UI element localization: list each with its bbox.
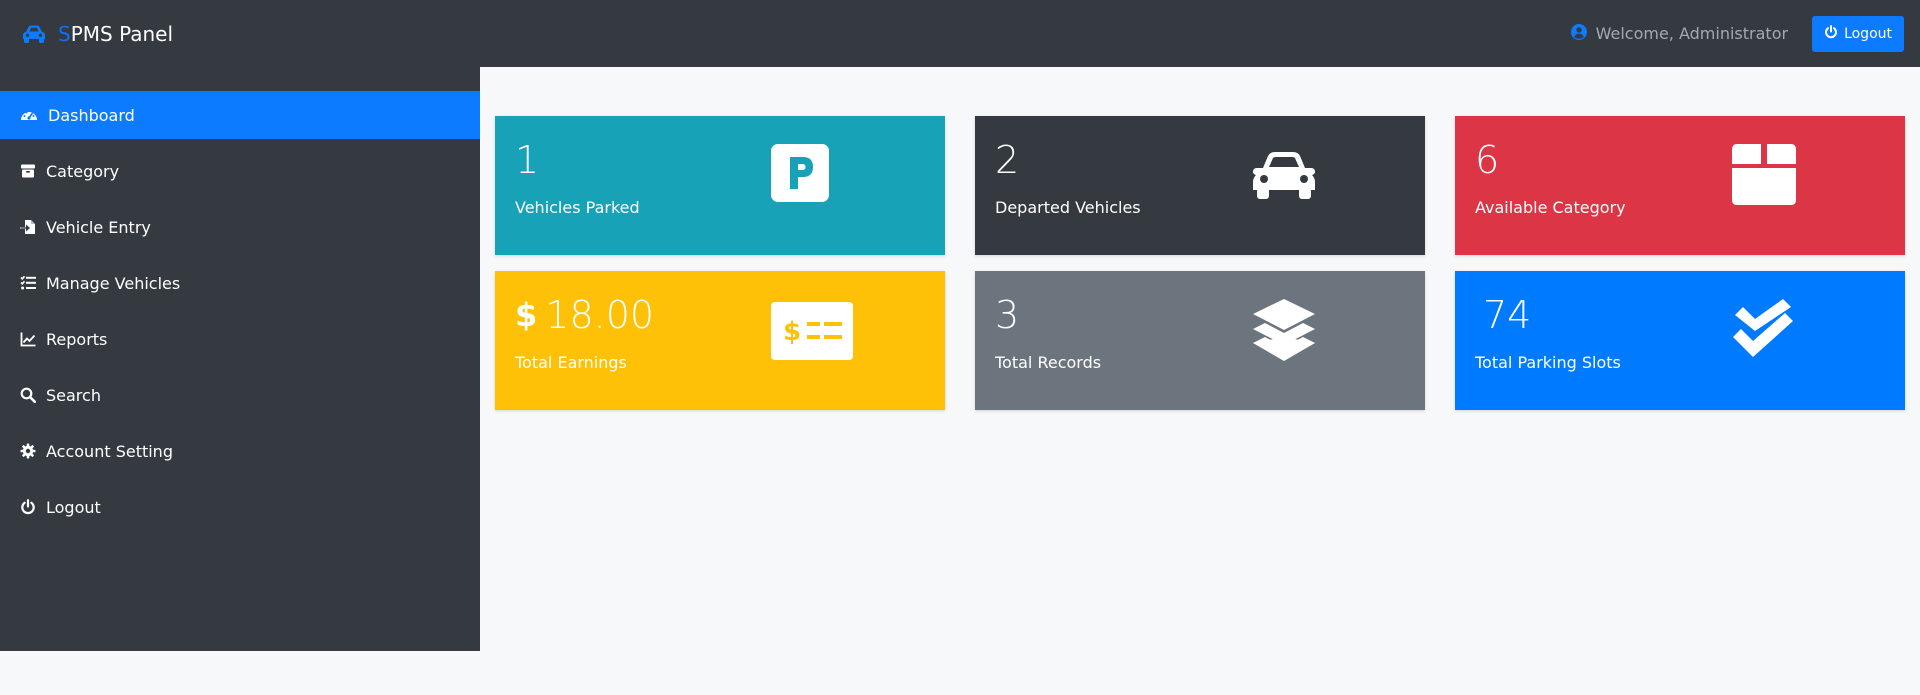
card-total-parking-slots[interactable]: 74 Total Parking Slots: [1455, 271, 1905, 410]
chart-line-icon: [20, 331, 36, 347]
sidebar-item-label: Category: [46, 161, 120, 181]
money-check-icon: $: [771, 302, 853, 360]
sidebar-item-category[interactable]: Category: [0, 147, 480, 195]
card-departed-vehicles[interactable]: 2 Departed Vehicles: [975, 116, 1425, 255]
sidebar-item-label: Dashboard: [48, 105, 135, 125]
dollar-icon: $: [515, 296, 538, 334]
file-import-icon: [20, 219, 36, 235]
svg-text:$: $: [783, 317, 801, 347]
layers-icon: [1251, 297, 1317, 361]
main-content: 1 Vehicles Parked 2 Departed Vehicles 6: [480, 67, 1920, 695]
brand[interactable]: SPMS Panel: [20, 0, 173, 67]
card-value: 1: [515, 138, 540, 182]
power-icon: [1824, 24, 1838, 43]
user-circle-icon: [1570, 23, 1587, 44]
sidebar: Dashboard Category Vehicle Entry Manage …: [0, 67, 480, 651]
parking-icon: [771, 144, 829, 202]
card-label: Departed Vehicles: [995, 198, 1141, 217]
sidebar-item-logout[interactable]: Logout: [0, 483, 480, 531]
search-icon: [20, 387, 36, 403]
card-label: Total Records: [995, 353, 1102, 372]
sidebar-item-label: Account Setting: [46, 441, 173, 461]
double-check-icon: [1731, 297, 1797, 363]
card-value: 18.00: [545, 293, 655, 337]
card-label: Total Earnings: [515, 353, 627, 372]
sidebar-item-label: Search: [46, 385, 101, 405]
card-label: Total Parking Slots: [1475, 353, 1621, 372]
card-vehicles-parked[interactable]: 1 Vehicles Parked: [495, 116, 945, 255]
tasks-icon: [20, 275, 36, 291]
card-value-group: $ 18.00: [515, 293, 654, 337]
sidebar-item-account-setting[interactable]: Account Setting: [0, 427, 480, 475]
card-label: Available Category: [1475, 198, 1626, 217]
card-label: Vehicles Parked: [515, 198, 640, 217]
box-icon: [20, 163, 36, 179]
sidebar-item-label: Reports: [46, 329, 108, 349]
card-total-earnings[interactable]: $ 18.00 Total Earnings $: [495, 271, 945, 410]
car-icon: [20, 24, 48, 44]
sidebar-item-label: Logout: [46, 497, 101, 517]
card-value: 2: [995, 138, 1020, 182]
header-logout-label: Logout: [1844, 25, 1892, 42]
sidebar-item-label: Vehicle Entry: [46, 217, 151, 237]
sidebar-item-dashboard[interactable]: Dashboard: [0, 91, 480, 139]
header-logout-button[interactable]: Logout: [1812, 15, 1904, 52]
card-value: 6: [1475, 138, 1500, 182]
gear-icon: [20, 443, 36, 459]
box-icon: [1731, 142, 1797, 206]
card-value: 3: [995, 293, 1020, 337]
sidebar-item-manage-vehicles[interactable]: Manage Vehicles: [0, 259, 480, 307]
brand-title: SPMS Panel: [58, 21, 174, 46]
card-value: 74: [1483, 293, 1532, 337]
dashboard-icon: [20, 107, 38, 123]
card-total-records[interactable]: 3 Total Records: [975, 271, 1425, 410]
car-icon: [1251, 150, 1317, 200]
sidebar-item-label: Manage Vehicles: [46, 273, 181, 293]
sidebar-item-search[interactable]: Search: [0, 371, 480, 419]
welcome-user: Welcome, Administrator: [1570, 23, 1789, 44]
power-icon: [20, 499, 36, 515]
card-available-category[interactable]: 6 Available Category: [1455, 116, 1905, 255]
top-navbar: SPMS Panel Welcome, Administrator Logout: [0, 0, 1920, 67]
sidebar-item-vehicle-entry[interactable]: Vehicle Entry: [0, 203, 480, 251]
welcome-text: Welcome, Administrator: [1595, 24, 1789, 43]
sidebar-item-reports[interactable]: Reports: [0, 315, 480, 363]
